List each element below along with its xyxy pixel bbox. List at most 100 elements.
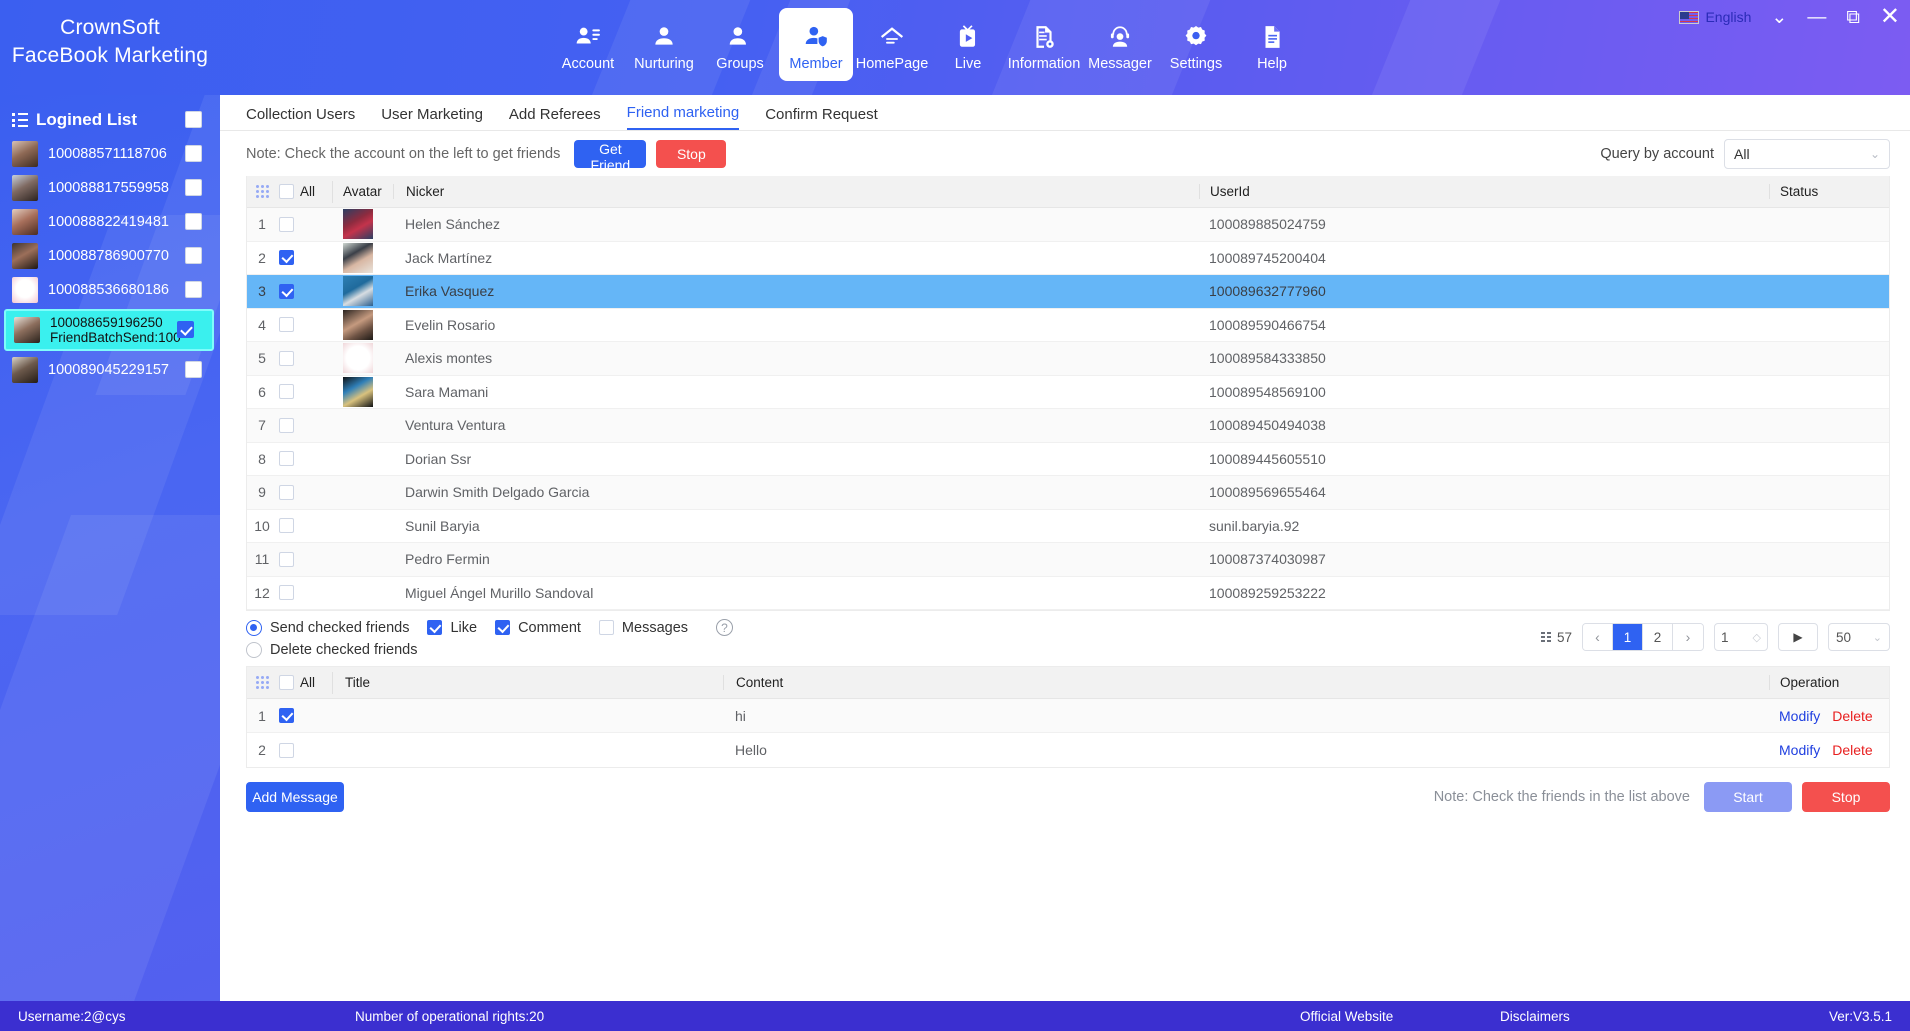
table-row[interactable]: 8 Dorian Ssr 100089445605510 bbox=[247, 442, 1889, 476]
stop-button-bottom[interactable]: Stop bbox=[1802, 782, 1890, 812]
table-row[interactable]: 6 Sara Mamani 100089548569100 bbox=[247, 375, 1889, 409]
page-jump-input[interactable]: 1 ◇ bbox=[1714, 623, 1768, 651]
rows-icon bbox=[1541, 631, 1551, 643]
tab-user-marketing[interactable]: User Marketing bbox=[381, 106, 483, 130]
table-row[interactable]: 1 Helen Sánchez 100089885024759 bbox=[247, 208, 1889, 242]
chevron-down-icon[interactable]: ⌄ bbox=[1771, 8, 1787, 27]
avatar bbox=[343, 376, 373, 407]
row-checkbox[interactable] bbox=[277, 216, 333, 232]
table-row[interactable]: 5 Alexis montes 100089584333850 bbox=[247, 342, 1889, 376]
nav-item-information[interactable]: Information bbox=[1007, 8, 1081, 81]
table-row[interactable]: 3 Erika Vasquez 100089632777960 bbox=[247, 275, 1889, 309]
nav-item-groups[interactable]: Groups bbox=[703, 8, 777, 81]
send-checked-radio[interactable] bbox=[246, 619, 262, 636]
disclaimers-link[interactable]: Disclaimers bbox=[1500, 1009, 1570, 1024]
sidebar-account-item[interactable]: 100088571118706 bbox=[0, 137, 220, 171]
account-checkbox[interactable] bbox=[185, 213, 202, 231]
like-checkbox[interactable] bbox=[427, 620, 443, 635]
row-checkbox[interactable] bbox=[277, 551, 333, 567]
delete-link[interactable]: Delete bbox=[1832, 708, 1872, 724]
official-website-link[interactable]: Official Website bbox=[1300, 1009, 1393, 1024]
comment-checkbox[interactable] bbox=[495, 620, 511, 635]
tab-collection-users[interactable]: Collection Users bbox=[246, 106, 355, 130]
column-header-status: Status bbox=[1769, 184, 1889, 199]
page-button-1[interactable]: 1 bbox=[1613, 624, 1643, 650]
language-selector[interactable]: English bbox=[1679, 9, 1751, 25]
sidebar-account-item[interactable]: 100088786900770 bbox=[0, 239, 220, 273]
modify-link[interactable]: Modify bbox=[1779, 708, 1820, 724]
tab-confirm-request[interactable]: Confirm Request bbox=[765, 106, 878, 130]
select-all-checkbox[interactable] bbox=[279, 184, 294, 199]
row-checkbox[interactable] bbox=[277, 250, 333, 266]
account-checkbox[interactable] bbox=[185, 145, 202, 163]
minimize-icon[interactable]: — bbox=[1807, 8, 1826, 27]
table-row[interactable]: 12 Miguel Ángel Murillo Sandoval 100089259… bbox=[247, 576, 1889, 610]
message-row[interactable]: 2 Hello Modify Delete bbox=[247, 733, 1889, 767]
nav-item-homepage[interactable]: HomePage bbox=[855, 8, 929, 81]
row-checkbox[interactable] bbox=[277, 518, 333, 534]
message-row[interactable]: 1 hi Modify Delete bbox=[247, 699, 1889, 733]
get-friend-button[interactable]: Get Friend bbox=[574, 139, 647, 173]
row-checkbox[interactable] bbox=[277, 283, 333, 299]
table-row[interactable]: 9 Darwin Smith Delgado Garcia 100089569655… bbox=[247, 476, 1889, 510]
table-row[interactable]: 10 Sunil Baryia sunil.baryia.92 bbox=[247, 509, 1889, 543]
nav-item-help[interactable]: Help bbox=[1235, 8, 1309, 81]
maximize-icon[interactable]: ⧉ bbox=[1846, 8, 1860, 27]
headset-person-icon bbox=[1107, 22, 1133, 53]
message-select-all[interactable]: All bbox=[277, 671, 333, 694]
sidebar-account-item[interactable]: 100088659196250 FriendBatchSend:100 bbox=[4, 309, 214, 351]
row-checkbox[interactable] bbox=[277, 384, 333, 400]
send-checked-option[interactable]: Send checked friends Like Comment Messag… bbox=[246, 619, 734, 636]
nav-item-member[interactable]: Member bbox=[779, 8, 853, 81]
stop-button-top[interactable]: Stop bbox=[656, 139, 727, 168]
delete-checked-option[interactable]: Delete checked friends bbox=[246, 642, 733, 658]
sidebar-account-item[interactable]: 100088822419481 bbox=[0, 205, 220, 239]
start-button[interactable]: Start bbox=[1704, 782, 1792, 812]
drag-handle-icon[interactable] bbox=[247, 185, 277, 198]
nav-item-live[interactable]: Live bbox=[931, 8, 1005, 81]
select-all-checkbox[interactable] bbox=[279, 675, 294, 690]
tab-add-referees[interactable]: Add Referees bbox=[509, 106, 601, 130]
query-account-select[interactable]: All ⌄ bbox=[1724, 138, 1890, 169]
sidebar-select-all-checkbox[interactable] bbox=[185, 111, 202, 129]
table-row[interactable]: 4 Evelin Rosario 100089590466754 bbox=[247, 308, 1889, 342]
question-circle-icon[interactable]: ? bbox=[716, 619, 734, 636]
row-checkbox[interactable] bbox=[277, 350, 333, 366]
friends-select-all[interactable]: All bbox=[277, 180, 333, 203]
modify-link[interactable]: Modify bbox=[1779, 742, 1820, 758]
nav-item-account[interactable]: Account bbox=[551, 8, 625, 81]
account-checkbox[interactable] bbox=[185, 247, 202, 265]
close-icon[interactable]: ✕ bbox=[1880, 5, 1900, 29]
row-checkbox[interactable] bbox=[277, 585, 333, 601]
row-checkbox[interactable] bbox=[277, 451, 333, 467]
table-row[interactable]: 11 Pedro Fermin 100087374030987 bbox=[247, 543, 1889, 577]
row-checkbox[interactable] bbox=[277, 708, 333, 723]
row-checkbox[interactable] bbox=[277, 417, 333, 433]
account-checkbox[interactable] bbox=[185, 361, 202, 379]
account-checkbox[interactable] bbox=[177, 321, 194, 339]
delete-link[interactable]: Delete bbox=[1832, 742, 1872, 758]
prev-page-button[interactable]: ‹ bbox=[1583, 624, 1613, 650]
add-message-button[interactable]: Add Message bbox=[246, 782, 344, 812]
go-button[interactable]: ▶ bbox=[1778, 623, 1818, 651]
tab-friend-marketing[interactable]: Friend marketing bbox=[626, 104, 740, 130]
delete-checked-radio[interactable] bbox=[246, 642, 262, 658]
row-checkbox[interactable] bbox=[277, 317, 333, 333]
sidebar-account-item[interactable]: 100088536680186 bbox=[0, 273, 220, 307]
drag-handle-icon[interactable] bbox=[247, 676, 277, 689]
nav-item-nurturing[interactable]: Nurturing bbox=[627, 8, 701, 81]
page-size-select[interactable]: 50 ⌄ bbox=[1828, 623, 1890, 651]
messages-checkbox[interactable] bbox=[598, 620, 614, 635]
nav-item-settings[interactable]: Settings bbox=[1159, 8, 1233, 81]
account-checkbox[interactable] bbox=[185, 281, 202, 299]
page-button-2[interactable]: 2 bbox=[1643, 624, 1673, 650]
sidebar-account-item[interactable]: 100089045229157 bbox=[0, 353, 220, 387]
nav-item-messager[interactable]: Messager bbox=[1083, 8, 1157, 81]
table-row[interactable]: 7 Ventura Ventura 100089450494038 bbox=[247, 409, 1889, 443]
next-page-button[interactable]: › bbox=[1673, 624, 1703, 650]
row-checkbox[interactable] bbox=[277, 484, 333, 500]
account-checkbox[interactable] bbox=[185, 179, 202, 197]
sidebar-account-item[interactable]: 100088817559958 bbox=[0, 171, 220, 205]
table-row[interactable]: 2 Jack Martínez 100089745200404 bbox=[247, 241, 1889, 275]
row-checkbox[interactable] bbox=[277, 742, 333, 758]
